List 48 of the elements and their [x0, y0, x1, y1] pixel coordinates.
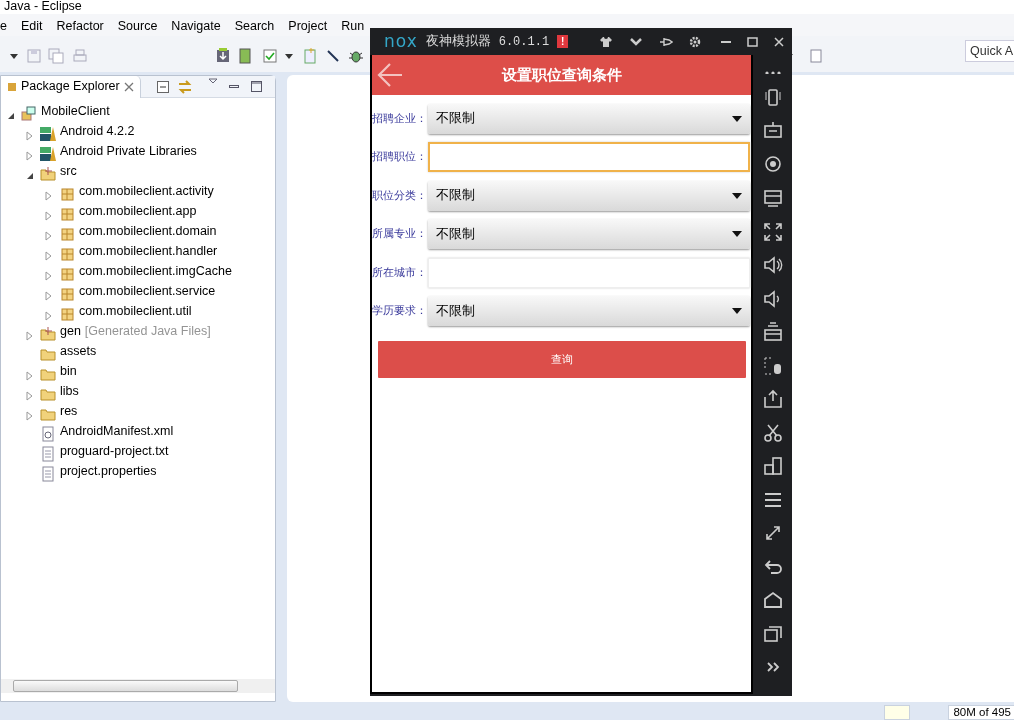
screen-title: 设置职位查询条件 [501, 64, 622, 85]
dropdown[interactable]: 不限制 [428, 296, 750, 326]
menu-item[interactable]: Source [117, 17, 158, 36]
tree-item[interactable]: proguard-project.txt [60, 441, 169, 461]
menu-item[interactable]: Project [288, 17, 328, 36]
menu-item[interactable]: Navigate [171, 17, 221, 36]
tree-item[interactable]: com.mobileclient.activity [79, 181, 214, 201]
tree-item[interactable]: com.mobileclient.domain [79, 221, 217, 241]
tree-item[interactable]: gen [60, 321, 81, 341]
dropdown[interactable]: 不限制 [428, 219, 750, 249]
dropdown[interactable]: 不限制 [428, 103, 750, 134]
tree-item[interactable]: project.properties [60, 461, 157, 481]
tree-item[interactable]: com.mobileclient.util [79, 301, 192, 321]
field-label: 招聘职位： [372, 149, 428, 165]
menu-item[interactable]: Search [234, 17, 275, 36]
menu-item[interactable]: e [0, 17, 7, 36]
tree-item[interactable]: MobileClient [41, 101, 110, 121]
menu-item[interactable]: Run [341, 17, 365, 36]
window-title: Java - Eclipse [0, 0, 1014, 14]
tree-item[interactable]: com.mobileclient.handler [79, 241, 218, 261]
version-label: 6.0.1.1 [498, 33, 550, 51]
alert-badge[interactable]: ! [557, 35, 569, 48]
tree-item[interactable]: res [60, 401, 78, 421]
search-button[interactable]: 查询 [378, 341, 746, 378]
tree-item[interactable]: com.mobileclient.imgCache [79, 261, 232, 281]
field-label: 所属专业： [372, 226, 428, 242]
tree-item[interactable]: src [60, 161, 77, 181]
field-label: 职位分类： [372, 187, 428, 203]
tree-item[interactable]: Android 4.2.2 [60, 121, 135, 141]
tree-item[interactable]: com.mobileclient.app [79, 201, 197, 221]
emulator-title: 夜神模拟器 [425, 33, 491, 51]
tree-item[interactable]: Android Private Libraries [60, 141, 197, 161]
field-label: 所在城市： [372, 264, 428, 280]
menu-item[interactable]: Edit [20, 17, 43, 36]
emulator-logo: nox [384, 29, 418, 53]
tree-item[interactable]: bin [60, 361, 77, 381]
menu-item[interactable]: Refactor [56, 17, 104, 36]
field-label: 招聘企业： [372, 110, 428, 126]
quick-access-field[interactable]: Quick A [965, 40, 1014, 62]
package-explorer-tab[interactable]: Package Explorer [1, 75, 141, 98]
tree-item[interactable]: libs [60, 381, 79, 401]
tree-item[interactable]: com.mobileclient.service [79, 281, 216, 301]
tree-item[interactable]: assets [60, 341, 97, 361]
field-label: 学历要求： [372, 303, 428, 319]
dropdown[interactable]: 不限制 [428, 180, 750, 211]
tree-item-decoration: [Generated Java Files] [84, 323, 211, 340]
tree-item[interactable]: AndroidManifest.xml [60, 421, 174, 441]
heap-status: 80M of 495 [948, 705, 1014, 720]
